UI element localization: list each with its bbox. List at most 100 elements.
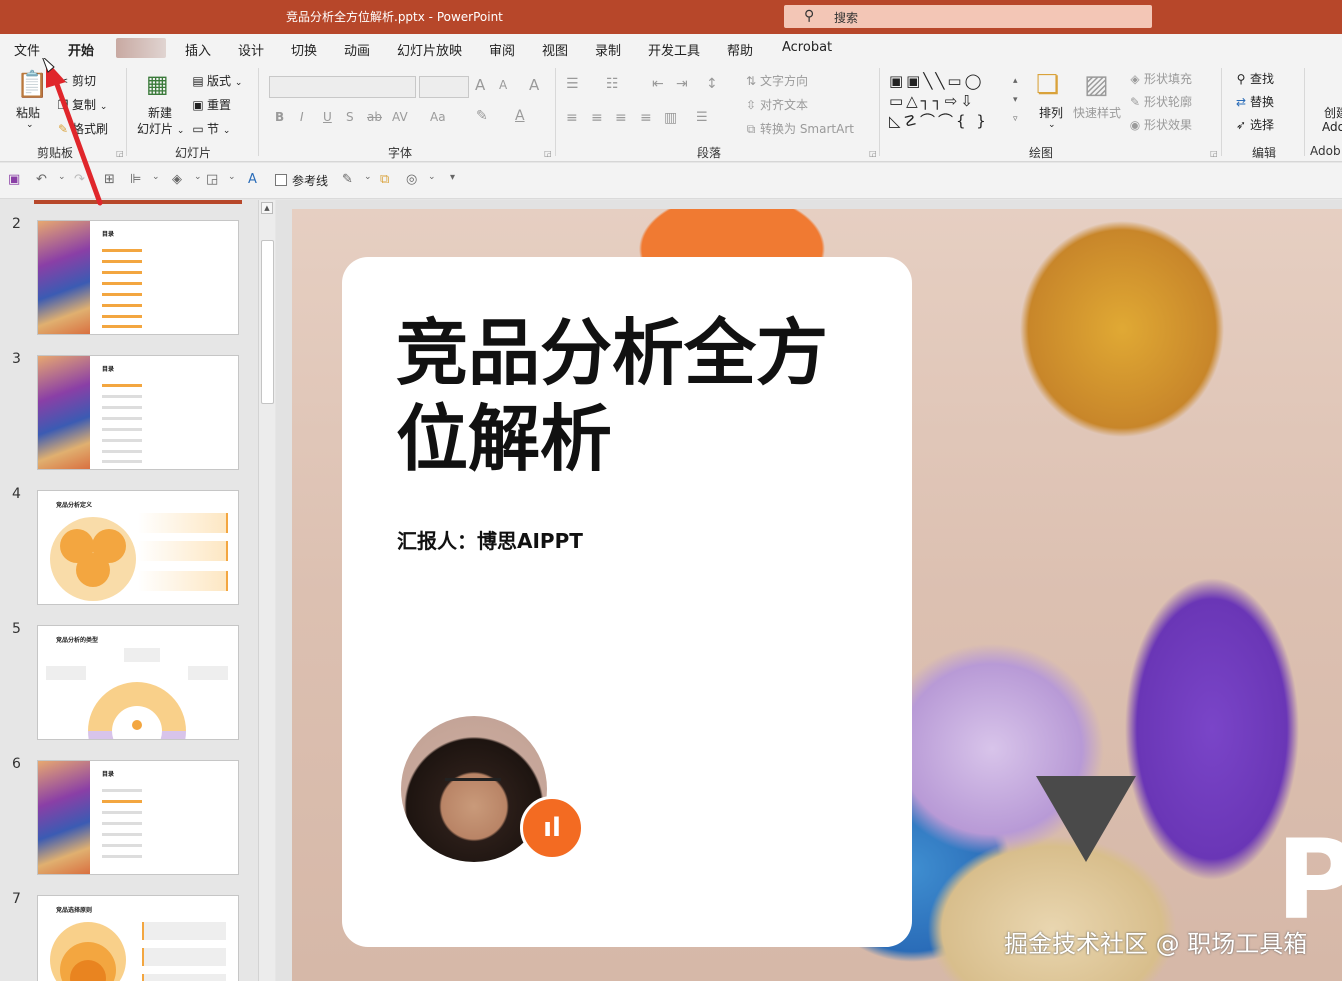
grow-font-button[interactable]: A	[475, 76, 485, 94]
tab-transitions[interactable]: 切换	[291, 40, 317, 59]
font-color-icon[interactable]: A	[515, 108, 525, 124]
drawing-launcher-icon[interactable]: ◲	[1210, 149, 1218, 158]
tab-acrobat[interactable]: Acrobat	[782, 40, 832, 55]
clipboard-launcher-icon[interactable]: ◲	[116, 149, 124, 158]
audio-badge-icon[interactable]: ıl	[520, 796, 584, 860]
triangle-shape[interactable]	[1036, 776, 1136, 862]
new-slide-label-2[interactable]: 幻灯片 ⌄	[137, 120, 184, 137]
align-right-icon[interactable]: ≡	[615, 110, 627, 126]
chevron-down-icon[interactable]: ⌄	[428, 172, 436, 182]
shape-fill-button[interactable]: ◈ 形状填充	[1128, 70, 1192, 87]
bullets-icon[interactable]: ☰	[566, 76, 579, 92]
shape-effects-button[interactable]: ◉ 形状效果	[1128, 116, 1192, 133]
save-icon[interactable]: ▣	[8, 172, 20, 187]
distribute-icon[interactable]: ▥	[664, 110, 677, 126]
chevron-down-icon[interactable]: ⌄	[152, 172, 160, 182]
slide-thumbnail[interactable]: 竞品分析的类型	[37, 625, 239, 740]
highlight-icon[interactable]: ✎	[476, 108, 488, 124]
tab-help[interactable]: 帮助	[727, 40, 753, 59]
decorative-letter[interactable]: P	[1276, 825, 1342, 935]
quick-styles-button[interactable]: 快速样式	[1073, 104, 1121, 121]
guides-checkbox[interactable]	[275, 174, 287, 186]
find-button[interactable]: ⚲ 查找	[1234, 70, 1274, 87]
chevron-down-icon: ⌄	[176, 126, 185, 136]
slide-thumbnail[interactable]: 竞品分析定义	[37, 490, 239, 605]
section-button[interactable]: ▭ 节 ⌄	[191, 120, 230, 137]
italic-button[interactable]: I	[300, 110, 304, 124]
shape-icon[interactable]: ◲	[206, 172, 218, 187]
chevron-down-icon[interactable]: ⌄	[228, 172, 236, 182]
textbox-icon[interactable]: A	[248, 172, 257, 187]
scroll-up-arrow-icon[interactable]: ▲	[261, 202, 273, 214]
convert-smartart-button[interactable]: ⧉ 转换为 SmartArt	[744, 120, 854, 137]
pencil-icon[interactable]: ✎	[342, 172, 353, 187]
bold-button[interactable]: B	[275, 110, 284, 124]
tab-view[interactable]: 视图	[542, 40, 568, 59]
customize-qat-icon[interactable]: ▾	[450, 172, 455, 183]
shape-outline-button[interactable]: ✎ 形状轮廓	[1128, 93, 1192, 110]
align-text-button[interactable]: ⇳ 对齐文本	[744, 96, 808, 113]
quick-styles-icon[interactable]: ▨	[1084, 70, 1109, 100]
columns-icon[interactable]: ☰	[696, 110, 708, 125]
search-box[interactable]: ⚲ 搜索	[784, 5, 1152, 28]
arrange-icon[interactable]: ❏	[1036, 70, 1059, 100]
font-launcher-icon[interactable]: ◲	[544, 149, 552, 158]
strikethrough-button[interactable]: ab	[367, 110, 382, 124]
slide-thumbnail[interactable]: 目录	[37, 355, 239, 470]
select-button[interactable]: ➶ 选择	[1234, 116, 1274, 133]
tab-animations[interactable]: 动画	[344, 40, 370, 59]
paste-button[interactable]: 粘贴	[16, 104, 40, 121]
slide-thumbnail[interactable]: 竞品选择原则	[37, 895, 239, 981]
layout-button[interactable]: ▤ 版式 ⌄	[191, 72, 242, 89]
tab-review[interactable]: 审阅	[489, 40, 515, 59]
tab-record[interactable]: 录制	[595, 40, 621, 59]
shrink-font-button[interactable]: A	[499, 78, 507, 92]
adobe-create-line1[interactable]: 创建	[1324, 104, 1342, 121]
new-slide-icon[interactable]: ▦	[146, 70, 169, 98]
align-center-icon[interactable]: ≡	[591, 110, 603, 126]
font-name-combo[interactable]	[269, 76, 416, 98]
chevron-down-icon[interactable]: ⌄	[194, 172, 202, 182]
increase-indent-icon[interactable]: ⇥	[676, 76, 688, 92]
numbering-icon[interactable]: ☷	[606, 76, 619, 92]
tab-developer[interactable]: 开发工具	[648, 40, 700, 59]
align-icon[interactable]: ⊫	[130, 172, 141, 187]
tab-design[interactable]: 设计	[238, 40, 264, 59]
replace-button[interactable]: ⇄ 替换	[1234, 93, 1274, 110]
paragraph-launcher-icon[interactable]: ◲	[869, 149, 877, 158]
align-left-icon[interactable]: ≡	[566, 110, 578, 126]
justify-icon[interactable]: ≡	[640, 110, 652, 126]
text-block	[138, 571, 228, 591]
merge-shapes-icon[interactable]: ◎	[406, 172, 417, 187]
shapes-scroll-icon[interactable]: ▴ ▾ ▿	[1013, 72, 1018, 129]
text-direction-button[interactable]: ⇅ 文字方向	[744, 72, 808, 89]
tab-slideshow[interactable]: 幻灯片放映	[397, 40, 462, 59]
adobe-create-line2[interactable]: Ado	[1322, 120, 1342, 134]
slide-title[interactable]: 竞品分析全方位解析	[396, 310, 866, 482]
line-spacing-icon[interactable]: ↕	[706, 76, 718, 92]
reset-button[interactable]: ▣ 重置	[191, 96, 231, 113]
thumbnails-scrollbar[interactable]: ▲	[258, 200, 275, 981]
tab-home[interactable]: 开始	[68, 40, 95, 65]
clear-format-button[interactable]: A	[529, 76, 539, 94]
tab-file[interactable]: 文件	[14, 40, 40, 59]
change-case-button[interactable]: Aa	[430, 110, 446, 124]
shapes-gallery[interactable]: ▣▣╲╲▭◯ ▭△┐┐⇨⇩ ◺☡⌒⌒{ }	[889, 71, 1027, 133]
fill-icon[interactable]: ◈	[172, 172, 182, 187]
slide-thumbnail[interactable]: 目录	[37, 220, 239, 335]
slide-thumbnail[interactable]: 目录	[37, 760, 239, 875]
decrease-indent-icon[interactable]: ⇤	[652, 76, 664, 92]
tab-insert[interactable]: 插入	[185, 40, 211, 59]
shadow-button[interactable]: S	[346, 110, 354, 124]
underline-button[interactable]: U	[323, 110, 332, 124]
paste-dropdown-chevron-icon[interactable]: ⌄	[26, 120, 34, 130]
screenshot-icon[interactable]: ⧉	[380, 172, 389, 187]
arrange-button[interactable]: 排列	[1039, 104, 1063, 121]
reporter-text[interactable]: 汇报人：博思AIPPT	[397, 525, 583, 554]
chevron-down-icon[interactable]: ⌄	[364, 172, 372, 182]
font-size-combo[interactable]	[419, 76, 469, 98]
new-slide-label-1[interactable]: 新建	[148, 104, 172, 121]
chevron-down-icon[interactable]: ⌄	[1048, 120, 1056, 130]
char-spacing-button[interactable]: AV	[392, 110, 408, 124]
scrollbar-thumb[interactable]	[261, 240, 274, 404]
